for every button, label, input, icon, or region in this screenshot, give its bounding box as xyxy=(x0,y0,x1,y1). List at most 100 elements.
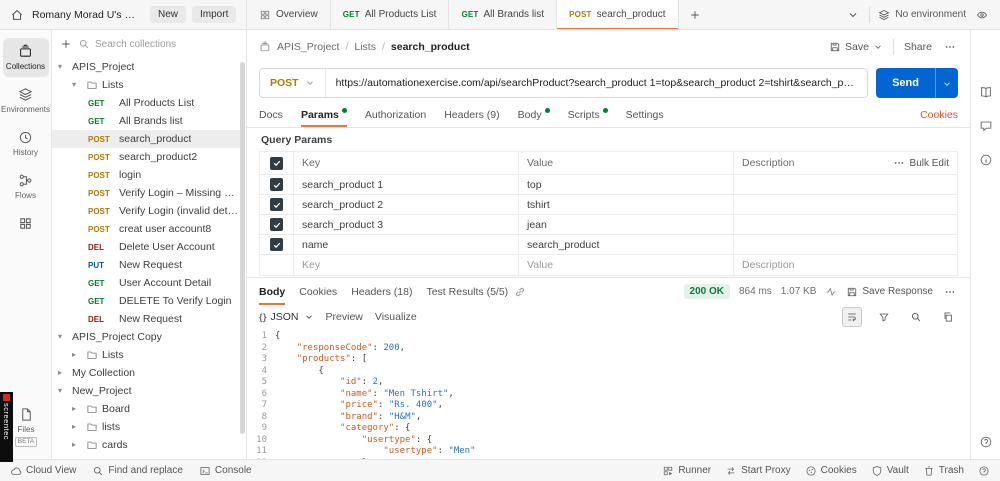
response-body[interactable]: 1{2 "responseCode": 200, 3 "products": [4… xyxy=(247,329,970,459)
open-request-tab[interactable]: GET All Brands list xyxy=(449,0,558,29)
param-description[interactable] xyxy=(734,175,957,194)
param-checkbox[interactable] xyxy=(270,178,283,191)
save-response-button[interactable]: Save Response xyxy=(846,286,933,298)
param-checkbox[interactable] xyxy=(270,238,283,251)
cookies-link[interactable]: Cookies xyxy=(920,109,958,121)
tree-item[interactable]: POST login xyxy=(52,166,240,184)
cookies-button[interactable]: Cookies xyxy=(805,465,857,477)
preview-button[interactable]: Preview xyxy=(326,311,363,323)
tree-item[interactable]: New_Project xyxy=(52,382,240,400)
open-request-tab[interactable]: GET All Products List xyxy=(331,0,450,29)
tree-item[interactable]: Board xyxy=(52,400,240,418)
bulk-edit-button[interactable]: Bulk Edit xyxy=(893,157,949,169)
add-collection-button[interactable] xyxy=(60,38,72,50)
param-key[interactable]: search_product 2 xyxy=(294,195,519,214)
param-key[interactable]: name xyxy=(294,235,519,254)
chevron-icon[interactable] xyxy=(72,405,82,413)
response-tab[interactable]: Body xyxy=(259,278,286,305)
chevron-icon[interactable] xyxy=(58,369,68,377)
param-value[interactable]: tshirt xyxy=(519,195,734,214)
tree-item[interactable]: Lists xyxy=(52,346,240,364)
find-replace-button[interactable]: Find and replace xyxy=(92,465,183,477)
import-button[interactable]: Import xyxy=(192,6,237,23)
request-subtab[interactable]: Scripts xyxy=(568,102,608,127)
environment-selector[interactable]: No environment xyxy=(878,9,966,21)
more-options-button[interactable] xyxy=(942,39,958,55)
copy-response-button[interactable] xyxy=(938,307,958,327)
chevron-icon[interactable] xyxy=(72,81,82,89)
search-collections-input[interactable]: Search collections xyxy=(78,38,238,50)
response-tab[interactable]: Cookies xyxy=(299,278,337,305)
tree-item[interactable]: DEL New Request xyxy=(52,310,240,328)
send-button[interactable]: Send xyxy=(876,68,935,98)
start-proxy-button[interactable]: Start Proxy xyxy=(725,465,791,477)
tree-item[interactable]: lists xyxy=(52,418,240,436)
help-button[interactable] xyxy=(978,465,990,477)
help-icon[interactable] xyxy=(979,435,993,449)
tree-item[interactable]: PUT New Request xyxy=(52,256,240,274)
tree-item[interactable]: POST Verify Login (invalid details) xyxy=(52,202,240,220)
tree-item[interactable]: POST creat user account8 xyxy=(52,220,240,238)
request-subtab[interactable]: Params xyxy=(300,102,347,127)
home-button[interactable] xyxy=(8,6,26,24)
breadcrumb-folder[interactable]: Lists xyxy=(354,41,376,53)
sidebar-scrollbar[interactable] xyxy=(240,62,245,434)
url-input[interactable]: https://automationexercise.com/api/searc… xyxy=(326,77,867,89)
chevron-icon[interactable] xyxy=(72,423,82,431)
select-all-checkbox[interactable] xyxy=(270,156,283,170)
tree-item[interactable]: GET DELETE To Verify Login xyxy=(52,292,240,310)
param-value[interactable]: jean xyxy=(519,215,734,234)
chevron-icon[interactable] xyxy=(58,387,68,395)
sidebar-nav-environments[interactable]: Environments xyxy=(1,81,50,120)
param-description[interactable] xyxy=(734,195,957,214)
param-checkbox[interactable] xyxy=(270,198,283,211)
tab-list-chevron[interactable] xyxy=(845,7,861,23)
response-tab[interactable]: Test Results (5/5) xyxy=(426,278,508,305)
param-key-placeholder[interactable]: Key xyxy=(294,255,519,275)
documentation-icon[interactable] xyxy=(979,85,993,99)
open-request-tab[interactable]: POST search_product xyxy=(557,0,679,29)
comments-icon[interactable] xyxy=(979,119,993,133)
network-info-icon[interactable] xyxy=(825,286,837,298)
wrap-text-button[interactable] xyxy=(842,307,862,327)
request-subtab[interactable]: Docs xyxy=(259,102,283,127)
tree-item[interactable]: APIS_Project Copy xyxy=(52,328,240,346)
chevron-icon[interactable] xyxy=(58,333,68,341)
method-selector[interactable]: POST xyxy=(260,69,326,97)
sidebar-nav-collections[interactable]: Collections xyxy=(2,38,49,77)
info-icon[interactable] xyxy=(979,153,993,167)
visualize-button[interactable]: Visualize xyxy=(375,311,417,323)
param-description-placeholder[interactable]: Description xyxy=(734,255,957,275)
tree-item[interactable]: GET All Brands list xyxy=(52,112,240,130)
search-response-button[interactable] xyxy=(906,307,926,327)
tree-item[interactable]: POST search_product2 xyxy=(52,148,240,166)
chevron-icon[interactable] xyxy=(72,441,82,449)
format-selector[interactable]: { } JSON xyxy=(259,311,314,323)
response-more-button[interactable] xyxy=(942,284,958,300)
tree-item[interactable]: DEL Delete User Account xyxy=(52,238,240,256)
chevron-icon[interactable] xyxy=(58,63,68,71)
param-key[interactable]: search_product 1 xyxy=(294,175,519,194)
vault-button[interactable]: Vault xyxy=(871,465,909,477)
new-button[interactable]: New xyxy=(150,6,187,23)
param-description[interactable] xyxy=(734,215,957,234)
response-tab[interactable]: Headers (18) xyxy=(351,278,412,305)
workspace-switcher[interactable]: Romany Morad U's Workspace xyxy=(32,9,144,21)
tree-item[interactable]: My Collection xyxy=(52,364,240,382)
tree-item[interactable]: POST Verify Login – Missing Email xyxy=(52,184,240,202)
request-subtab[interactable]: Body xyxy=(518,102,550,127)
param-value[interactable]: search_product xyxy=(519,235,734,254)
sidebar-nav-history[interactable]: History xyxy=(3,124,49,163)
param-key[interactable]: search_product 3 xyxy=(294,215,519,234)
tree-item[interactable]: GET User Account Detail xyxy=(52,274,240,292)
request-subtab[interactable]: Headers (9) xyxy=(444,102,499,127)
breadcrumb-collection[interactable]: APIS_Project xyxy=(277,41,339,53)
tree-item[interactable]: POST search_product xyxy=(52,130,240,148)
tree-item[interactable]: cards xyxy=(52,436,240,454)
sidebar-nav-more[interactable] xyxy=(3,210,49,237)
new-tab-button[interactable] xyxy=(679,0,711,29)
tree-item[interactable]: Lists xyxy=(52,76,240,94)
sidebar-nav-flows[interactable]: Flows xyxy=(3,167,49,206)
param-value-placeholder[interactable]: Value xyxy=(519,255,734,275)
filter-button[interactable] xyxy=(874,307,894,327)
